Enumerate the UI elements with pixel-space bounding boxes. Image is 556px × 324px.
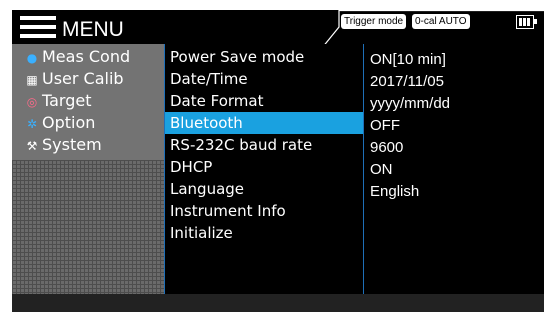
column-divider xyxy=(363,44,364,294)
settings-row-power-save[interactable]: Power Save mode ON[10 min] xyxy=(164,46,544,68)
sidebar-item-label: Target xyxy=(42,91,92,110)
column-divider xyxy=(164,44,165,294)
setting-name: Bluetooth xyxy=(170,114,243,132)
setting-name: Date/Time xyxy=(170,70,248,88)
calibration-icon: ▦ xyxy=(26,73,38,87)
settings-row-date-time[interactable]: Date/Time 2017/11/05 xyxy=(164,68,544,90)
sidebar-item-label: Option xyxy=(42,113,96,132)
setting-name: DHCP xyxy=(170,158,213,176)
tools-icon: ⚒ xyxy=(26,139,38,153)
measurement-icon: ● xyxy=(26,51,38,65)
settings-row-baud-rate[interactable]: RS-232C baud rate 9600 xyxy=(164,134,544,156)
status-footer xyxy=(12,294,544,312)
setting-name: RS-232C baud rate xyxy=(170,136,313,154)
sidebar-item-meas-cond[interactable]: ● Meas Cond xyxy=(26,46,130,68)
target-icon: ◎ xyxy=(26,95,38,109)
sidebar-item-target[interactable]: ◎ Target xyxy=(26,90,92,112)
setting-name: Language xyxy=(170,180,245,198)
settings-row-bluetooth[interactable]: Bluetooth OFF xyxy=(164,112,544,134)
trigger-mode-badge: Trigger mode xyxy=(341,14,407,29)
device-screen: MENU Trigger mode 0-cal AUTO ● Meas Cond … xyxy=(12,10,544,312)
sidebar-item-label: System xyxy=(42,135,102,154)
sidebar-item-user-calib[interactable]: ▦ User Calib xyxy=(26,68,124,90)
settings-list: Power Save mode ON[10 min] Date/Time 201… xyxy=(164,44,544,294)
settings-row-dhcp[interactable]: DHCP ON xyxy=(164,156,544,178)
settings-row-instrument-info[interactable]: Instrument Info xyxy=(164,200,544,222)
battery-icon xyxy=(516,15,537,29)
sidebar-item-system[interactable]: ⚒ System xyxy=(26,134,102,156)
sidebar: ● Meas Cond ▦ User Calib ◎ Target ✲ Option ⚒… xyxy=(12,44,164,294)
settings-row-date-format[interactable]: Date Format yyyy/mm/dd xyxy=(164,90,544,112)
sidebar-item-option[interactable]: ✲ Option xyxy=(26,112,95,134)
setting-name: Date Format xyxy=(170,92,264,110)
sidebar-item-label: Meas Cond xyxy=(42,47,131,66)
device-frame: MENU Trigger mode 0-cal AUTO ● Meas Cond … xyxy=(0,0,556,324)
zero-cal-badge: 0-cal AUTO xyxy=(412,14,470,29)
setting-name: Initialize xyxy=(170,224,233,242)
sidebar-item-label: User Calib xyxy=(42,69,124,88)
setting-name: Power Save mode xyxy=(170,48,305,66)
gear-icon: ✲ xyxy=(26,117,38,131)
settings-row-language[interactable]: Language English xyxy=(164,178,544,200)
setting-name: Instrument Info xyxy=(170,202,286,220)
settings-row-initialize[interactable]: Initialize xyxy=(164,222,544,244)
